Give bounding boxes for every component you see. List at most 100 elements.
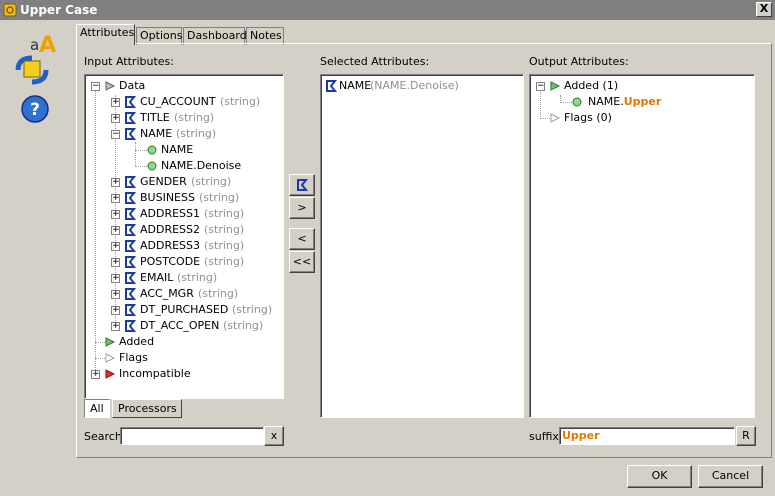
tree-node-attribute[interactable]: − NAME (string) [85,126,283,142]
attribute-icon [125,96,137,108]
tree-node-attribute[interactable]: + EMAIL (string) [85,270,283,286]
tab-attributes[interactable]: Attributes [76,24,135,45]
attribute-icon [326,80,338,92]
tree-node-label: Data [119,79,146,92]
add-selected-button[interactable] [289,174,315,196]
attribute-type: (string) [204,239,245,252]
expand-icon[interactable]: + [111,178,120,187]
attribute-name: ADDRESS3 [140,239,201,252]
tree-node-label: Added (1) [564,79,619,92]
expand-icon[interactable]: + [111,194,120,203]
input-attributes-label: Input Attributes: [84,55,174,68]
search-input[interactable] [120,427,264,445]
attribute-type: (string) [199,191,240,204]
suffix-input[interactable]: Upper [559,427,735,445]
attribute-type: (string) [204,255,245,268]
tree-node-attribute[interactable]: + TITLE (string) [85,110,283,126]
attribute-name: NAME [140,127,173,140]
expand-icon[interactable]: + [111,210,120,219]
collapse-icon[interactable]: − [111,130,120,139]
selected-item-name: NAME [339,79,372,92]
attribute-name: ADDRESS2 [140,223,201,236]
tree-node-attribute[interactable]: + GENDER (string) [85,174,283,190]
tree-node-label: Flags (0) [564,111,612,124]
expand-icon[interactable]: + [91,370,100,379]
ok-button[interactable]: OK [627,465,692,488]
expand-icon[interactable]: + [111,290,120,299]
attribute-icon [125,240,137,252]
cancel-button[interactable]: Cancel [698,465,763,488]
side-icon-bar: a A ? [0,20,72,496]
tree-node-attribute[interactable]: + CU_ACCOUNT (string) [85,94,283,110]
attribute-name: DT_PURCHASED [140,303,229,316]
expand-icon[interactable]: + [111,274,120,283]
tree-node-attribute[interactable]: + ACC_MGR (string) [85,286,283,302]
attribute-type: (string) [198,287,239,300]
attribute-type: (string) [176,127,217,140]
suffix-label: suffix [529,430,559,443]
output-node-flags[interactable]: Flags (0) [530,110,750,126]
remove-button[interactable]: < [289,228,315,250]
tree-node-added[interactable]: Added [85,334,283,350]
attribute-name: CU_ACCOUNT [140,95,216,108]
tree-node-attribute[interactable]: + ADDRESS1 (string) [85,206,283,222]
expand-icon[interactable]: + [111,306,120,315]
expand-icon[interactable]: + [111,242,120,251]
attribute-type: (string) [177,271,218,284]
added-group-icon [105,337,116,347]
tree-node-attribute[interactable]: + ADDRESS2 (string) [85,222,283,238]
selected-item[interactable]: NAME (NAME.Denoise) [321,78,521,94]
attribute-type: (string) [191,175,232,188]
svg-text:a: a [30,36,39,54]
selected-attributes-list[interactable]: NAME (NAME.Denoise) [320,74,524,418]
tree-node-data[interactable]: − Data [85,78,283,94]
expand-icon[interactable]: + [111,322,120,331]
attribute-type: (string) [204,223,245,236]
attribute-icon [125,272,137,284]
output-node-name-upper[interactable]: NAME.Upper [530,94,750,110]
attribute-icon [125,304,137,316]
tree-node-name-denoise[interactable]: NAME.Denoise [85,158,283,174]
reset-suffix-button[interactable]: R [736,426,756,446]
data-folder-icon [105,81,116,91]
tree-node-flags[interactable]: Flags [85,350,283,366]
output-name-suffix: Upper [623,95,662,108]
attribute-icon [125,128,137,140]
search-label: Search [84,430,122,443]
expand-icon[interactable]: + [111,98,120,107]
close-button[interactable]: X [756,2,772,17]
collapse-icon[interactable]: − [536,82,545,91]
expand-icon[interactable]: + [111,258,120,267]
tree-node-incompatible[interactable]: + Incompatible [85,366,283,382]
subtab-all[interactable]: All [84,399,110,418]
tree-node-attribute[interactable]: + ADDRESS3 (string) [85,238,283,254]
tree-node-label: Added [119,335,155,348]
window-title: Upper Case [20,3,98,17]
expand-icon[interactable]: + [111,114,120,123]
attribute-name: EMAIL [140,271,174,284]
tree-node-attribute[interactable]: + BUSINESS (string) [85,190,283,206]
tree-node-attribute[interactable]: + DT_PURCHASED (string) [85,302,283,318]
add-button[interactable]: > [289,197,315,219]
remove-all-button[interactable]: << [289,251,315,273]
subtab-processors[interactable]: Processors [112,399,182,418]
attribute-name: ADDRESS1 [140,207,201,220]
attribute-icon [125,256,137,268]
collapse-icon[interactable]: − [91,82,100,91]
tree-node-attribute[interactable]: + DT_ACC_OPEN (string) [85,318,283,334]
attribute-icon [297,179,309,191]
input-attributes-tree[interactable]: − Data + CU_ACCOUNT (string) + TITLE (string)… [84,74,284,399]
app-icon [3,3,17,17]
tree-node-name-child[interactable]: NAME [85,142,283,158]
attribute-name: BUSINESS [140,191,195,204]
output-name-prefix: NAME. [588,95,624,108]
tree-node-label: NAME.Denoise [161,159,242,172]
output-node-added[interactable]: − Added (1) [530,78,750,94]
attribute-dot-icon [147,161,157,171]
attribute-icon [125,208,137,220]
tree-node-attribute[interactable]: + POSTCODE (string) [85,254,283,270]
expand-icon[interactable]: + [111,226,120,235]
output-attributes-tree[interactable]: − Added (1) NAME.Upper Flags (0) [529,74,755,418]
help-icon[interactable]: ? [20,94,50,124]
clear-search-button[interactable]: x [264,426,284,446]
